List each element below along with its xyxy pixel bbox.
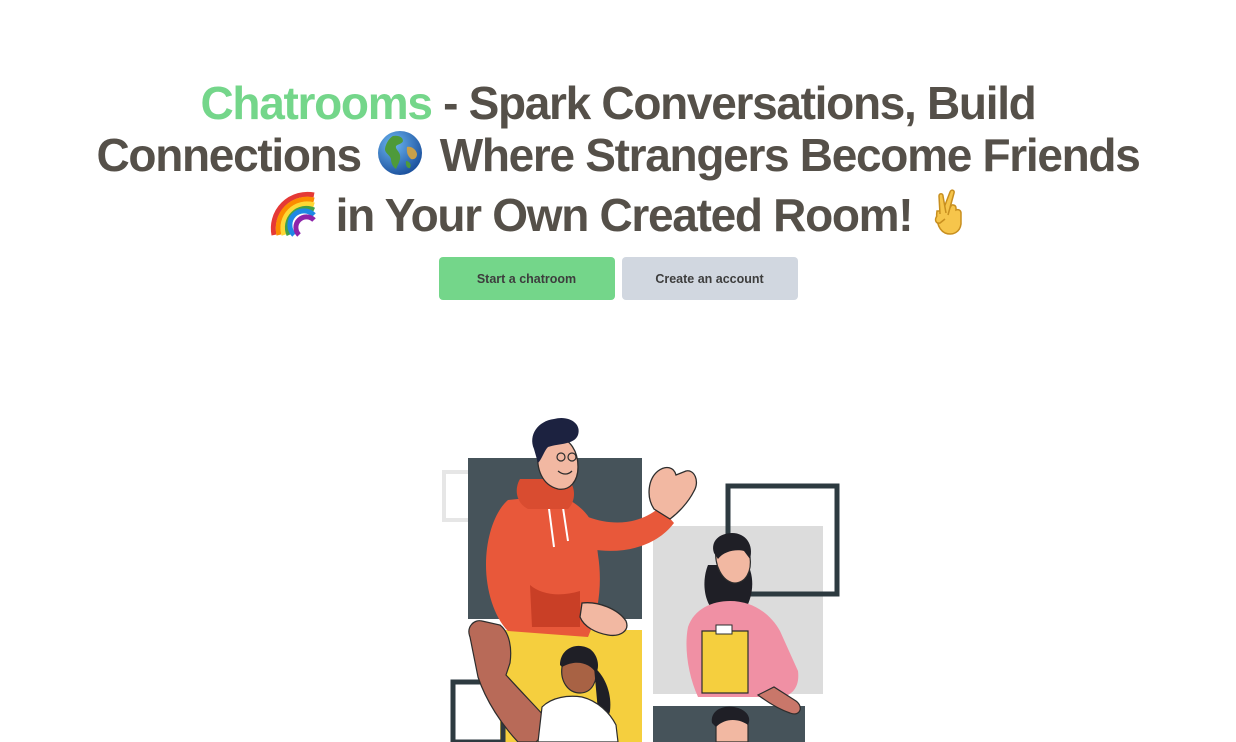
headline-part-4: in Your Own Created Room! — [324, 189, 924, 241]
start-chatroom-button[interactable]: Start a chatroom — [438, 257, 615, 300]
headline-part-3: Where Strangers Become Friends — [428, 129, 1141, 181]
headline-part-1: - Spark Conversations, Build — [431, 77, 1037, 129]
globe-icon — [376, 129, 424, 187]
hero-actions: Start a chatroom Create an account — [0, 257, 1236, 300]
hero-headline: Chatrooms - Spark Conversations, Build C… — [30, 78, 1206, 247]
create-account-button[interactable]: Create an account — [621, 257, 798, 300]
rainbow-icon — [268, 189, 320, 247]
headline-part-2: Connections — [96, 129, 373, 181]
landing-page: Chatrooms - Spark Conversations, Build C… — [0, 0, 1236, 742]
crossed-fingers-icon — [928, 187, 968, 247]
hero-illustration — [430, 405, 850, 742]
brand-name: Chatrooms — [200, 77, 433, 129]
